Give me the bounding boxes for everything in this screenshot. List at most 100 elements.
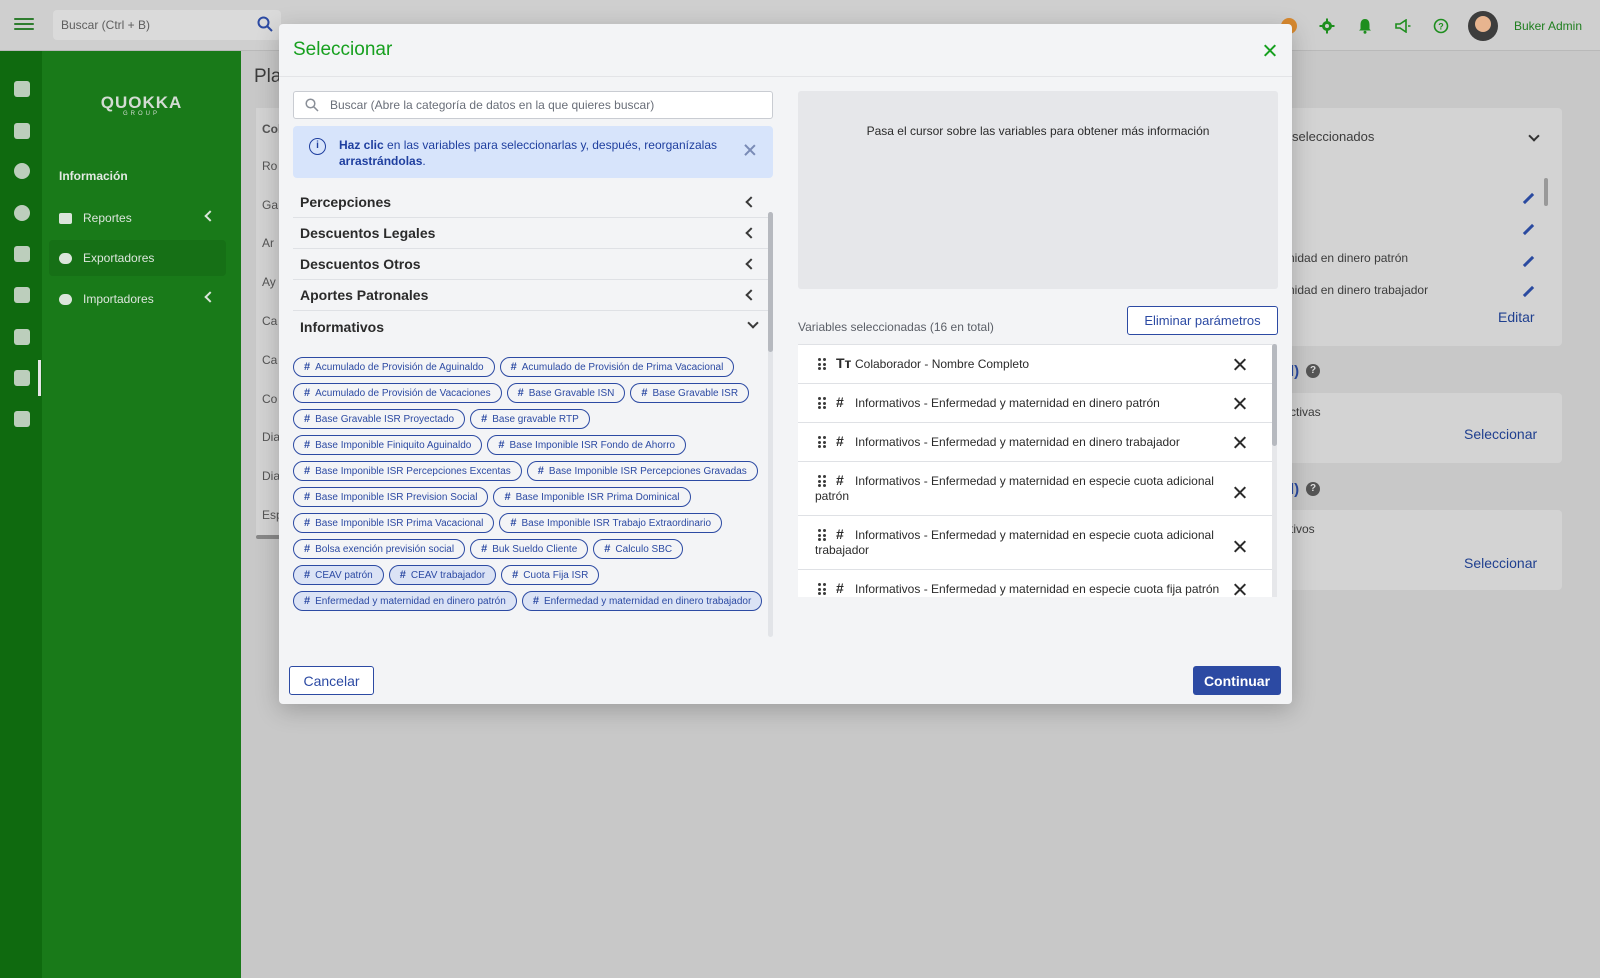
category-scrollbar[interactable] — [768, 212, 773, 637]
variable-chip[interactable]: # Base Gravable ISN — [506, 383, 626, 403]
close-icon[interactable] — [1261, 42, 1279, 60]
sidebar-item-exportadores[interactable]: Exportadores — [49, 240, 226, 276]
remove-variable-icon[interactable] — [1234, 540, 1247, 553]
scrollbar-thumb[interactable] — [1272, 344, 1277, 446]
hash-icon: # — [304, 595, 311, 607]
variable-chip[interactable]: # Base Imponible ISR Prima Dominical — [493, 487, 691, 507]
selected-variable-row[interactable]: # Informativos - Enfermedad y maternidad … — [798, 570, 1274, 597]
drag-handle-icon[interactable] — [818, 358, 826, 370]
page-title: Pla — [254, 66, 282, 87]
variable-chip[interactable]: # Base gravable RTP — [470, 409, 590, 429]
sidebar-item-importadores[interactable]: Importadores — [49, 281, 226, 317]
selected-variable-row[interactable]: # Informativos - Enfermedad y maternidad … — [798, 516, 1274, 570]
variable-chip[interactable]: # Base Imponible Finiquito Aguinaldo — [293, 435, 483, 455]
variable-chip[interactable]: # CEAV trabajador — [388, 565, 497, 585]
variable-chip[interactable]: # Acumulado de Provisión de Vacaciones — [293, 383, 502, 403]
variable-chip[interactable]: # Cuota Fija ISR — [501, 565, 600, 585]
variable-chip[interactable]: # Calculo SBC — [593, 539, 684, 559]
sidebar-item-reportes[interactable]: Reportes — [49, 200, 226, 236]
remove-variable-icon[interactable] — [1234, 583, 1247, 596]
search-icon[interactable] — [257, 16, 273, 37]
variable-chip-label: Base Gravable ISN — [528, 387, 615, 399]
chevron-down-icon — [747, 317, 759, 329]
variable-chip[interactable]: # Base Gravable ISR Proyectado — [293, 409, 466, 429]
chevron-left-icon — [204, 210, 216, 222]
selected-variable-row[interactable]: # Informativos - Enfermedad y maternidad … — [798, 384, 1274, 423]
selected-list-scrollbar[interactable] — [1272, 344, 1277, 597]
selected-variable-row[interactable]: Tт Colaborador - Nombre Completo — [798, 345, 1274, 384]
card-text: ctivas — [1290, 405, 1321, 419]
graduation-cap-icon[interactable] — [14, 329, 30, 345]
selected-variable-row[interactable]: # Informativos - Enfermedad y maternidad … — [798, 423, 1274, 462]
remove-variable-icon[interactable] — [1234, 358, 1247, 371]
drag-handle-icon[interactable] — [818, 475, 826, 487]
hamburger-menu-icon[interactable] — [14, 15, 34, 35]
variable-chip[interactable]: # CEAV patrón — [293, 565, 384, 585]
clipboard-icon[interactable] — [14, 123, 30, 139]
number-type-icon: # — [836, 472, 844, 488]
clock-icon[interactable] — [14, 205, 30, 221]
hash-icon: # — [517, 387, 524, 399]
category-percepciones[interactable]: Percepciones — [293, 187, 768, 218]
variable-chip[interactable]: # Base Imponible ISR Percepciones Excenta… — [293, 461, 522, 481]
scrollbar-thumb[interactable] — [768, 212, 773, 352]
hash-icon: # — [304, 465, 311, 477]
variable-chip[interactable]: # Enfermedad y maternidad en dinero traba… — [521, 591, 763, 611]
continue-button[interactable]: Continuar — [1193, 666, 1281, 695]
remove-variable-icon[interactable] — [1234, 486, 1247, 499]
remove-variable-icon[interactable] — [1234, 397, 1247, 410]
global-search-input[interactable]: Buscar (Ctrl + B) — [53, 10, 281, 40]
hash-icon: # — [537, 465, 544, 477]
dismiss-info-icon[interactable] — [743, 143, 757, 157]
variable-chip-label: Acumulado de Provisión de Vacaciones — [315, 387, 491, 399]
people-icon[interactable] — [14, 246, 30, 262]
gear-icon[interactable] — [1316, 15, 1338, 37]
chevron-left-icon — [745, 289, 757, 301]
category-informativos[interactable]: Informativos — [293, 311, 768, 343]
variable-chip[interactable]: # Acumulado de Provisión de Prima Vacacio… — [499, 357, 735, 377]
hash-icon: # — [481, 413, 488, 425]
variable-chip-label: Base Imponible ISR Prevision Social — [315, 491, 478, 503]
folder-icon[interactable] — [14, 370, 30, 386]
money-icon[interactable] — [14, 163, 30, 179]
variable-chip[interactable]: # Buk Sueldo Cliente — [470, 539, 589, 559]
drag-handle-icon[interactable] — [818, 397, 826, 409]
chevron-down-icon — [1528, 130, 1540, 142]
global-search-placeholder: Buscar (Ctrl + B) — [61, 18, 151, 32]
home-icon[interactable] — [14, 81, 30, 97]
variable-search-field[interactable] — [293, 91, 773, 119]
variable-chip[interactable]: # Base Imponible ISR Trabajo Extraordinar… — [499, 513, 723, 533]
info-banner: i Haz clic en las variables para selecci… — [293, 126, 773, 178]
variable-chip[interactable]: # Enfermedad y maternidad en dinero patró… — [293, 591, 517, 611]
variable-chip[interactable]: # Bolsa exención previsión social — [293, 539, 466, 559]
remove-variable-icon[interactable] — [1234, 436, 1247, 449]
category-label: Informativos — [300, 319, 385, 335]
store-icon[interactable] — [14, 411, 30, 427]
megaphone-icon[interactable] — [1392, 15, 1414, 37]
number-type-icon: # — [836, 580, 844, 596]
bell-icon[interactable] — [1354, 15, 1376, 37]
category-aportes-patronales[interactable]: Aportes Patronales — [293, 280, 768, 311]
category-descuentos-legales[interactable]: Descuentos Legales — [293, 218, 768, 249]
briefcase-icon[interactable] — [14, 287, 30, 303]
variable-chip[interactable]: # Base Imponible ISR Prevision Social — [293, 487, 489, 507]
category-descuentos-otros[interactable]: Descuentos Otros — [293, 249, 768, 280]
variable-chip[interactable]: # Acumulado de Provisión de Aguinaldo — [293, 357, 495, 377]
variable-search-input[interactable] — [330, 96, 760, 114]
text-type-icon: Tт — [836, 355, 852, 371]
clear-parameters-button[interactable]: Eliminar parámetros — [1127, 306, 1278, 335]
selected-variable-row[interactable]: # Informativos - Enfermedad y maternidad … — [798, 462, 1274, 516]
selected-variables-list: Tт Colaborador - Nombre Completo # Informat… — [798, 344, 1274, 597]
edit-link: Editar — [1498, 309, 1535, 325]
help-icon[interactable]: ? — [1430, 15, 1452, 37]
drag-handle-icon[interactable] — [818, 583, 826, 595]
variable-chip[interactable]: # Base Imponible ISR Percepciones Gravada… — [526, 461, 758, 481]
cancel-button[interactable]: Cancelar — [289, 666, 374, 695]
user-name[interactable]: Buker Admin — [1514, 19, 1582, 33]
avatar[interactable] — [1467, 11, 1498, 41]
variable-chip[interactable]: # Base Gravable ISR — [630, 383, 750, 403]
drag-handle-icon[interactable] — [818, 529, 826, 541]
drag-handle-icon[interactable] — [818, 436, 826, 448]
variable-chip[interactable]: # Base Imponible ISR Fondo de Ahorro — [487, 435, 687, 455]
variable-chip[interactable]: # Base Imponible ISR Prima Vacacional — [293, 513, 495, 533]
